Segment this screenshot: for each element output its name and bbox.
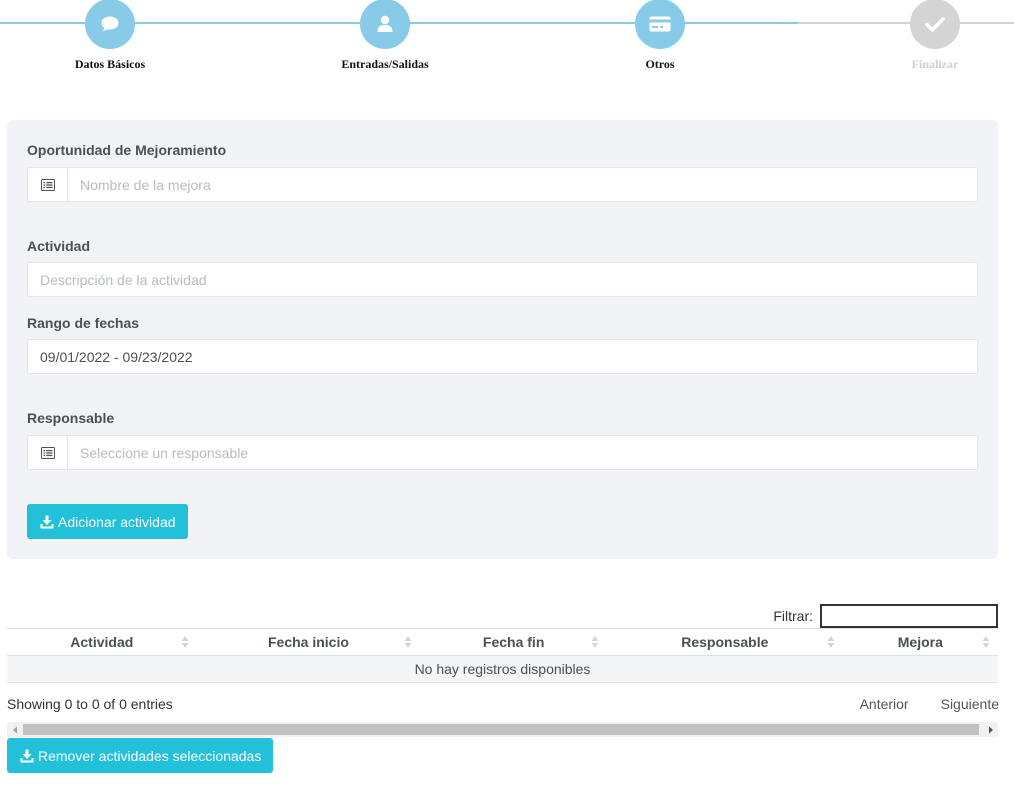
download-icon xyxy=(40,515,54,529)
previous-page-button[interactable]: Anterior xyxy=(844,696,925,712)
responsable-input-group xyxy=(27,435,978,470)
step-label: Entradas/Salidas xyxy=(341,57,429,71)
next-page-button[interactable]: Siguiente xyxy=(925,696,999,712)
table-info: Showing 0 to 0 of 0 entries xyxy=(7,696,173,712)
column-header-fecha-inicio[interactable]: Fecha inicio xyxy=(196,628,421,656)
table-row-empty: No hay registros disponibles xyxy=(7,655,998,683)
table-filter: Filtrar: xyxy=(773,604,998,628)
sort-icon xyxy=(181,636,189,648)
responsable-addon xyxy=(27,435,67,470)
mejora-input[interactable] xyxy=(67,167,978,202)
empty-message: No hay registros disponibles xyxy=(7,655,998,683)
pagination: Anterior Siguiente xyxy=(844,696,999,712)
sort-icon xyxy=(404,636,412,648)
download-icon xyxy=(20,749,34,763)
step-label: Otros xyxy=(645,57,675,71)
sort-icon xyxy=(982,636,990,648)
scrollbar-thumb[interactable] xyxy=(23,724,979,735)
add-activity-label: Adicionar actividad xyxy=(58,513,176,530)
step-circle[interactable] xyxy=(85,0,135,49)
column-header-mejora[interactable]: Mejora xyxy=(842,628,998,656)
check-icon xyxy=(925,17,945,32)
remove-selected-label: Remover actividades seleccionadas xyxy=(38,747,262,764)
step-otros[interactable]: Otros xyxy=(580,0,740,72)
sort-icon xyxy=(827,636,835,648)
mejora-input-group xyxy=(27,167,978,202)
activity-form-panel: Oportunidad de Mejoramiento Actividad Ra… xyxy=(7,120,998,559)
actividad-input[interactable] xyxy=(27,262,978,297)
filter-label: Filtrar: xyxy=(773,608,813,624)
actividad-label: Actividad xyxy=(27,238,91,254)
filter-input[interactable] xyxy=(820,604,998,628)
scroll-left-icon[interactable] xyxy=(7,722,22,737)
column-header-fecha-fin[interactable]: Fecha fin xyxy=(420,628,607,656)
credit-card-icon xyxy=(649,16,671,32)
fechas-label: Rango de fechas xyxy=(27,315,140,331)
horizontal-scrollbar[interactable] xyxy=(7,722,998,737)
comment-icon xyxy=(101,16,119,32)
step-datos-basicos[interactable]: Datos Básicos xyxy=(30,0,190,72)
step-circle[interactable] xyxy=(360,0,410,49)
step-circle[interactable] xyxy=(635,0,685,49)
date-range-input[interactable] xyxy=(27,339,978,374)
step-label: Finalizar xyxy=(911,57,959,71)
step-label: Datos Básicos xyxy=(74,57,146,71)
scroll-right-icon[interactable] xyxy=(983,722,998,737)
list-icon xyxy=(40,446,55,459)
step-circle[interactable] xyxy=(910,0,960,49)
mejora-addon xyxy=(27,167,67,202)
table-header-row: Actividad Fecha inicio Fecha fin Respons… xyxy=(7,628,998,656)
responsable-label: Responsable xyxy=(27,410,115,426)
step-entradas-salidas[interactable]: Entradas/Salidas xyxy=(305,0,465,72)
mejora-label: Oportunidad de Mejoramiento xyxy=(27,142,227,158)
wizard-steps: Datos Básicos Entradas/Salidas Otros Fin… xyxy=(0,0,1014,90)
responsable-select[interactable] xyxy=(67,435,978,470)
column-header-actividad[interactable]: Actividad xyxy=(7,628,197,656)
add-activity-button[interactable]: Adicionar actividad xyxy=(27,504,188,539)
user-icon xyxy=(377,15,393,32)
remove-selected-button[interactable]: Remover actividades seleccionadas xyxy=(7,738,274,773)
column-header-responsable[interactable]: Responsable xyxy=(606,628,843,656)
step-finalizar[interactable]: Finalizar xyxy=(855,0,1014,72)
list-icon xyxy=(40,178,55,191)
sort-icon xyxy=(591,636,599,648)
activities-table: Actividad Fecha inicio Fecha fin Respons… xyxy=(7,628,998,683)
